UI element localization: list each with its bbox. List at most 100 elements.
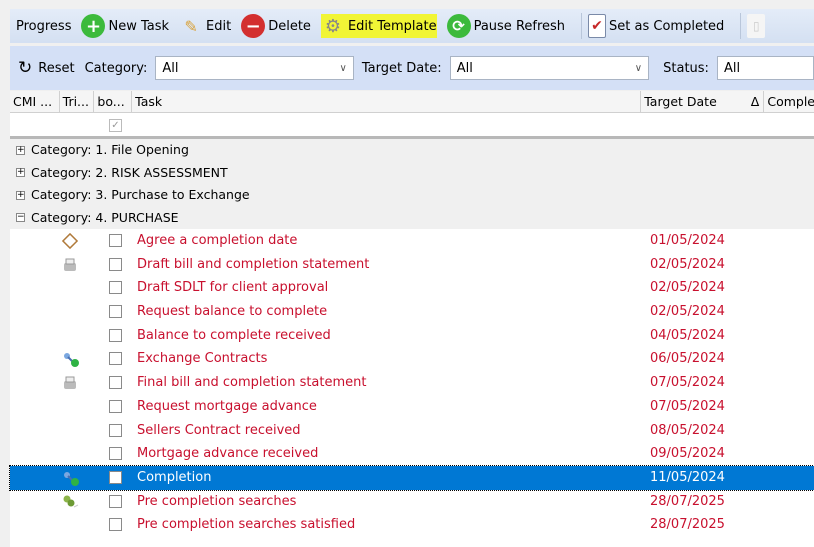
progress-label: Progress bbox=[16, 18, 72, 34]
task-name: Sellers Contract received bbox=[137, 422, 301, 438]
target-date: 08/05/2024 bbox=[650, 422, 725, 438]
col-cmi[interactable]: CMI ... bbox=[10, 91, 60, 112]
task-name: Request balance to complete bbox=[137, 304, 328, 320]
group-label: Category: 2. RISK ASSESSMENT bbox=[31, 164, 228, 180]
task-name: Mortgage advance received bbox=[137, 446, 319, 462]
new-task-label: New Task bbox=[108, 18, 170, 34]
divider bbox=[740, 13, 742, 39]
col-task[interactable]: Task bbox=[132, 91, 642, 112]
new-task-button[interactable]: + New Task bbox=[81, 14, 169, 38]
task-row[interactable]: Exchange Contracts 06/05/2024 bbox=[10, 347, 814, 371]
printer-icon bbox=[62, 257, 78, 273]
delete-button[interactable]: − Delete bbox=[241, 14, 311, 38]
group-label: Category: 3. Purchase to Exchange bbox=[31, 187, 250, 202]
edit-button[interactable]: ✎ Edit bbox=[179, 14, 231, 38]
status-value: All bbox=[723, 60, 741, 76]
reset-icon: ↻ bbox=[18, 58, 33, 78]
task-checkbox[interactable] bbox=[109, 470, 122, 484]
group-row[interactable]: − Category: 4. PURCHASE bbox=[10, 206, 814, 229]
col-complete[interactable]: Comple bbox=[764, 91, 814, 112]
target-date: 01/05/2024 bbox=[650, 233, 725, 248]
key-check-icon bbox=[62, 351, 79, 368]
task-checkbox[interactable] bbox=[109, 399, 122, 413]
task-checkbox[interactable] bbox=[109, 494, 122, 508]
edit-template-button[interactable]: ⚙ Edit Template bbox=[320, 14, 437, 38]
set-completed-button[interactable]: ✔ Set as Completed bbox=[588, 14, 724, 38]
task-row[interactable]: Draft bill and completion statement 02/05… bbox=[10, 253, 814, 277]
printer-icon bbox=[62, 375, 78, 391]
group-row[interactable]: + Category: 3. Purchase to Exchange bbox=[10, 184, 814, 207]
task-name: Draft bill and completion statement bbox=[137, 256, 370, 272]
target-date: 02/05/2024 bbox=[650, 280, 725, 296]
category-label: Category: bbox=[84, 60, 148, 76]
col-tri[interactable]: Tri... bbox=[60, 91, 95, 112]
chevron-down-icon: ∨ bbox=[634, 62, 643, 74]
target-date: 02/05/2024 bbox=[650, 256, 725, 272]
status-select[interactable]: All bbox=[716, 56, 814, 80]
reset-label: Reset bbox=[38, 60, 75, 76]
status-label: Status: bbox=[663, 60, 709, 76]
task-name: Final bill and completion statement bbox=[137, 375, 367, 391]
reset-button[interactable]: ↻ Reset bbox=[18, 58, 75, 78]
filter-checkbox[interactable]: ✓ bbox=[109, 119, 122, 132]
task-checkbox[interactable] bbox=[109, 328, 122, 342]
task-checkbox[interactable] bbox=[109, 447, 122, 461]
task-row[interactable]: Balance to complete received 04/05/2024 bbox=[10, 324, 814, 348]
task-row[interactable]: Agree a completion date 01/05/2024 bbox=[10, 229, 814, 253]
target-date: 07/05/2024 bbox=[650, 375, 725, 391]
expand-icon[interactable]: + bbox=[16, 190, 25, 200]
task-name: Pre completion searches bbox=[137, 493, 297, 509]
task-row[interactable]: Mortgage advance received 09/05/2024 bbox=[10, 442, 814, 466]
edit-label: Edit bbox=[206, 18, 232, 34]
task-checkbox[interactable] bbox=[109, 423, 122, 437]
task-row[interactable]: Sellers Contract received 08/05/2024 bbox=[10, 419, 814, 443]
task-checkbox[interactable] bbox=[109, 257, 122, 271]
filter-row: ✓ bbox=[10, 113, 814, 139]
task-name: Draft SDLT for client approval bbox=[137, 280, 329, 296]
task-row[interactable]: Completion 11/05/2024 bbox=[9, 464, 814, 491]
task-checkbox[interactable] bbox=[109, 305, 122, 319]
task-checkbox[interactable] bbox=[109, 518, 122, 532]
task-checkbox[interactable] bbox=[109, 281, 122, 295]
delete-label: Delete bbox=[268, 18, 311, 34]
task-checkbox[interactable] bbox=[109, 234, 122, 247]
task-grid: CMI ... Tri... bo... Task Target Date Δ C… bbox=[9, 91, 814, 547]
expand-icon[interactable]: + bbox=[16, 168, 25, 178]
pause-refresh-button[interactable]: ⟳ Pause Refresh bbox=[446, 14, 565, 38]
sort-icon: Δ bbox=[750, 94, 760, 109]
task-row[interactable]: Request mortgage advance 07/05/2024 bbox=[10, 395, 814, 419]
scroll-icon bbox=[61, 232, 79, 250]
task-row[interactable]: Final bill and completion statement 07/05… bbox=[10, 371, 814, 395]
task-checkbox[interactable] bbox=[109, 376, 122, 390]
key-check-icon bbox=[62, 470, 79, 486]
task-row[interactable]: Request balance to complete 02/05/2024 bbox=[10, 300, 814, 324]
task-row[interactable]: Pre completion searches satisfied 28/07/2… bbox=[10, 513, 814, 537]
target-date-select[interactable]: All ∨ bbox=[449, 56, 650, 80]
refresh-icon: ⟳ bbox=[446, 14, 471, 38]
col-bo[interactable]: bo... bbox=[94, 91, 133, 112]
target-date: 07/05/2024 bbox=[650, 398, 725, 414]
task-name: Completion bbox=[137, 469, 212, 485]
group-row[interactable]: + Category: 2. RISK ASSESSMENT bbox=[10, 161, 814, 184]
plus-icon: + bbox=[81, 14, 106, 38]
task-name: Pre completion searches satisfied bbox=[137, 517, 356, 533]
edit-template-label: Edit Template bbox=[347, 18, 437, 34]
expand-icon[interactable]: + bbox=[16, 145, 25, 155]
category-select[interactable]: All ∨ bbox=[155, 56, 354, 80]
col-target-date-label: Target Date bbox=[644, 94, 717, 109]
col-target-date[interactable]: Target Date Δ bbox=[641, 91, 765, 112]
group-label: Category: 4. PURCHASE bbox=[31, 209, 179, 225]
task-checkbox[interactable] bbox=[109, 352, 122, 366]
target-date: 02/05/2024 bbox=[650, 304, 725, 320]
filter-bar: ↻ Reset Category: All ∨ Target Date: All ∨ … bbox=[10, 46, 814, 90]
task-row[interactable]: Draft SDLT for client approval 02/05/2024 bbox=[10, 276, 814, 300]
disabled-doc-icon[interactable]: ▯ bbox=[747, 14, 766, 38]
category-value: All bbox=[162, 60, 179, 76]
task-name: Exchange Contracts bbox=[137, 351, 268, 367]
task-name: Balance to complete received bbox=[137, 327, 331, 343]
group-row[interactable]: + Category: 1. File Opening bbox=[10, 139, 814, 162]
target-date: 04/05/2024 bbox=[650, 327, 725, 343]
target-date: 09/05/2024 bbox=[650, 446, 725, 462]
collapse-icon[interactable]: − bbox=[16, 213, 25, 223]
task-row[interactable]: Pre completion searches 28/07/2025 bbox=[10, 490, 814, 514]
